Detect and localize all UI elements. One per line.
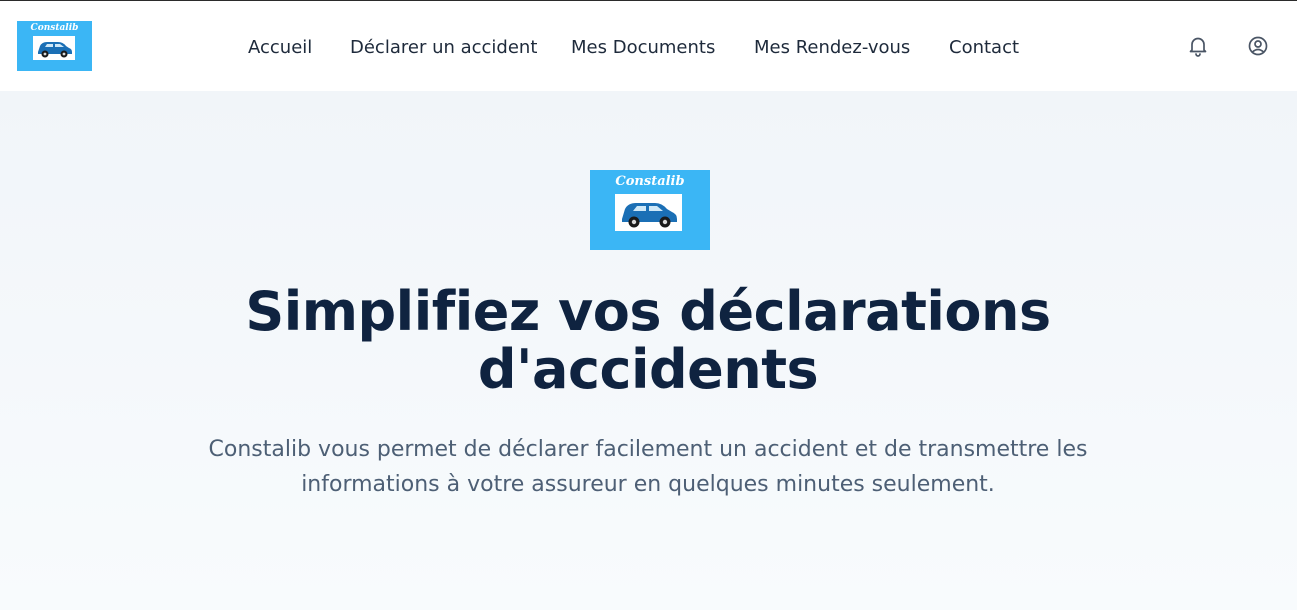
logo-car-frame <box>615 194 682 231</box>
bell-icon <box>1189 37 1207 57</box>
nav-contact[interactable]: Contact <box>949 37 1019 59</box>
car-icon <box>38 42 72 58</box>
nav-mes-documents[interactable]: Mes Documents <box>571 37 715 59</box>
hero-logo: Constalib <box>590 170 710 250</box>
hero-subtitle: Constalib vous permet de déclarer facile… <box>208 437 1088 497</box>
logo-brand-text: Constalib <box>30 23 79 33</box>
user-circle-icon <box>1248 36 1268 56</box>
header-logo[interactable]: Constalib <box>17 21 92 71</box>
nav-declarer-accident[interactable]: Déclarer un accident <box>350 37 537 59</box>
site-header: Constalib Accueil Déclarer un accident M… <box>0 1 1297 91</box>
nav-mes-rendez-vous[interactable]: Mes Rendez-vous <box>754 37 910 59</box>
logo-car-frame <box>33 36 75 60</box>
logo-brand-text: Constalib <box>615 174 685 189</box>
car-icon <box>622 203 677 228</box>
account-button[interactable] <box>1246 34 1270 58</box>
nav-accueil[interactable]: Accueil <box>248 37 312 59</box>
notifications-button[interactable] <box>1186 34 1210 58</box>
hero-title: Simplifiez vos déclarations d'accidents <box>245 280 1051 401</box>
